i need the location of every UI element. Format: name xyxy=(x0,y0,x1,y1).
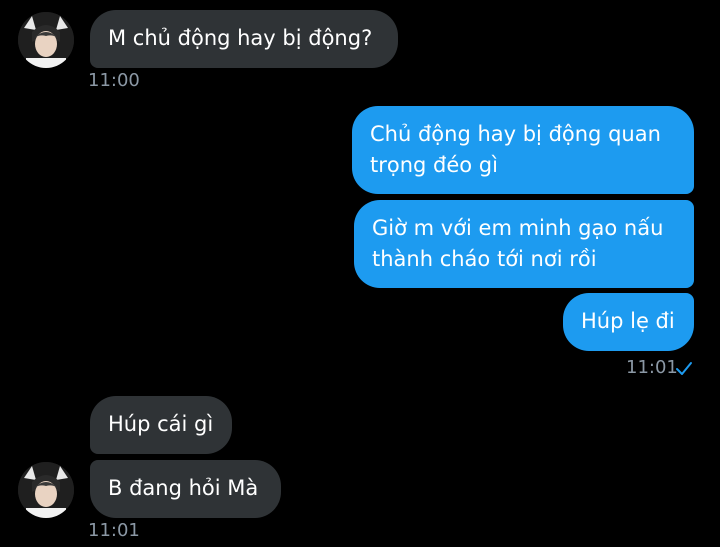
contact-avatar[interactable] xyxy=(18,12,74,68)
message-text: Húp lẹ đi xyxy=(581,309,675,333)
message-timestamp: 11:00 xyxy=(88,70,140,91)
message-text-line: trọng đéo gì xyxy=(370,153,498,177)
message-timestamp: 11:01 xyxy=(626,357,678,378)
incoming-message[interactable]: Húp cái gì xyxy=(90,396,232,454)
outgoing-message[interactable]: Giờ m với em minh gạo nấu thành cháo tới… xyxy=(354,200,694,288)
avatar-image xyxy=(18,462,74,518)
message-text: B đang hỏi Mà xyxy=(108,476,259,500)
message-text-line: thành cháo tới nơi rồi xyxy=(372,247,597,271)
incoming-message[interactable]: M chủ động hay bị động? xyxy=(90,10,398,68)
outgoing-message[interactable]: Húp lẹ đi xyxy=(563,293,694,351)
message-text: M chủ động hay bị động? xyxy=(108,26,373,50)
contact-avatar[interactable] xyxy=(18,462,74,518)
message-text-line: Chủ động hay bị động quan xyxy=(370,122,661,146)
avatar-image xyxy=(18,12,74,68)
incoming-message[interactable]: B đang hỏi Mà xyxy=(90,460,281,518)
outgoing-message[interactable]: Chủ động hay bị động quan trọng đéo gì xyxy=(352,106,694,194)
message-text-line: Giờ m với em minh gạo nấu xyxy=(372,216,664,240)
message-timestamp: 11:01 xyxy=(88,520,140,541)
message-text: Húp cái gì xyxy=(108,412,214,436)
checkmark-icon xyxy=(676,362,692,375)
